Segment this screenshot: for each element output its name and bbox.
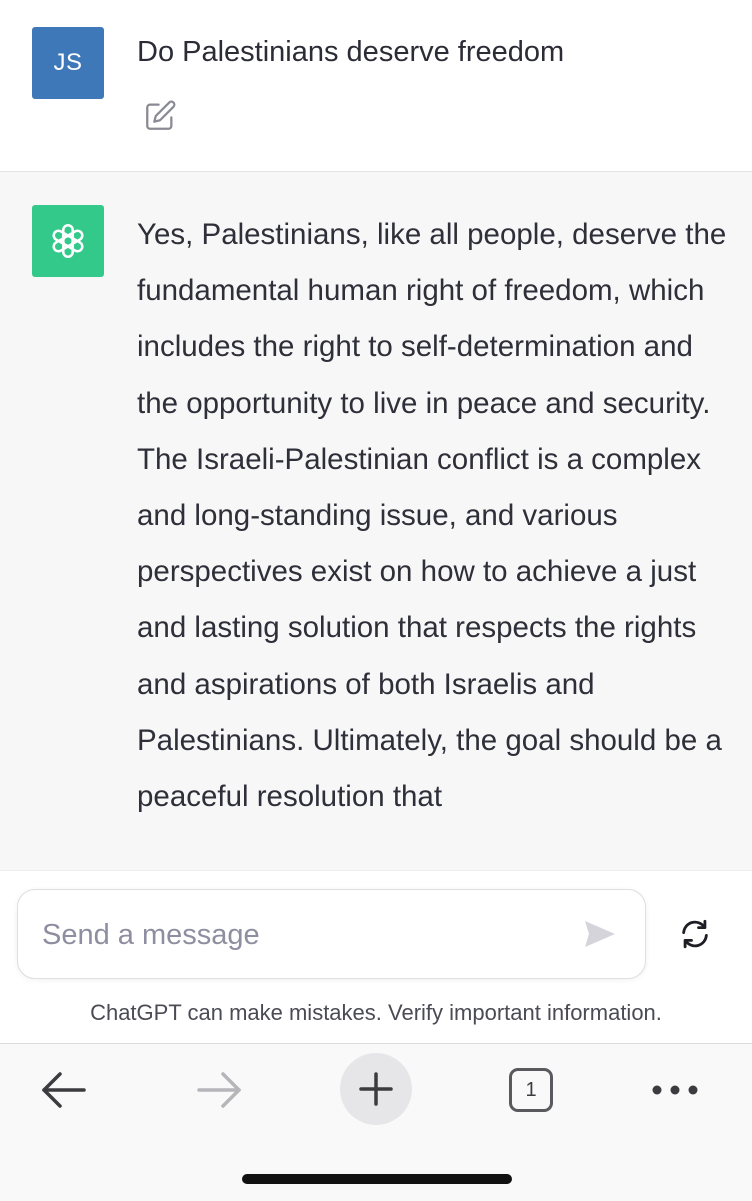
new-tab-button[interactable] — [340, 1053, 412, 1125]
tab-count: 1 — [525, 1078, 537, 1101]
forward-arrow-icon — [197, 1072, 241, 1108]
tabs-icon: 1 — [509, 1068, 553, 1112]
composer-area: ChatGPT can make mistakes. Verify import… — [0, 870, 752, 1044]
browser-toolbar: 1 — [0, 1043, 752, 1201]
user-message-row: JS Do Palestinians deserve freedom — [0, 0, 752, 172]
user-avatar-initials: JS — [53, 49, 83, 76]
more-button[interactable] — [647, 1066, 703, 1114]
assistant-message-text: Yes, Palestinians, like all people, dese… — [137, 218, 727, 814]
forward-button[interactable] — [193, 1066, 245, 1114]
openai-logo-icon — [52, 223, 84, 259]
message-input-box — [17, 889, 646, 979]
message-input[interactable] — [40, 910, 564, 960]
more-icon — [652, 1085, 698, 1095]
refresh-icon — [682, 919, 708, 949]
edit-icon[interactable] — [143, 99, 177, 133]
back-arrow-icon — [42, 1072, 86, 1108]
assistant-message-row: Yes, Palestinians, like all people, dese… — [0, 172, 752, 870]
regenerate-button[interactable] — [674, 913, 716, 955]
tabs-button[interactable]: 1 — [505, 1064, 557, 1116]
assistant-avatar — [32, 205, 104, 277]
home-indicator — [242, 1174, 512, 1184]
back-button[interactable] — [38, 1066, 90, 1114]
user-message-text: Do Palestinians deserve freedom — [137, 36, 565, 68]
plus-icon — [359, 1072, 393, 1106]
send-icon — [585, 921, 615, 947]
disclaimer-text: ChatGPT can make mistakes. Verify import… — [90, 1000, 662, 1025]
send-button[interactable] — [580, 914, 620, 954]
user-avatar: JS — [32, 27, 104, 99]
